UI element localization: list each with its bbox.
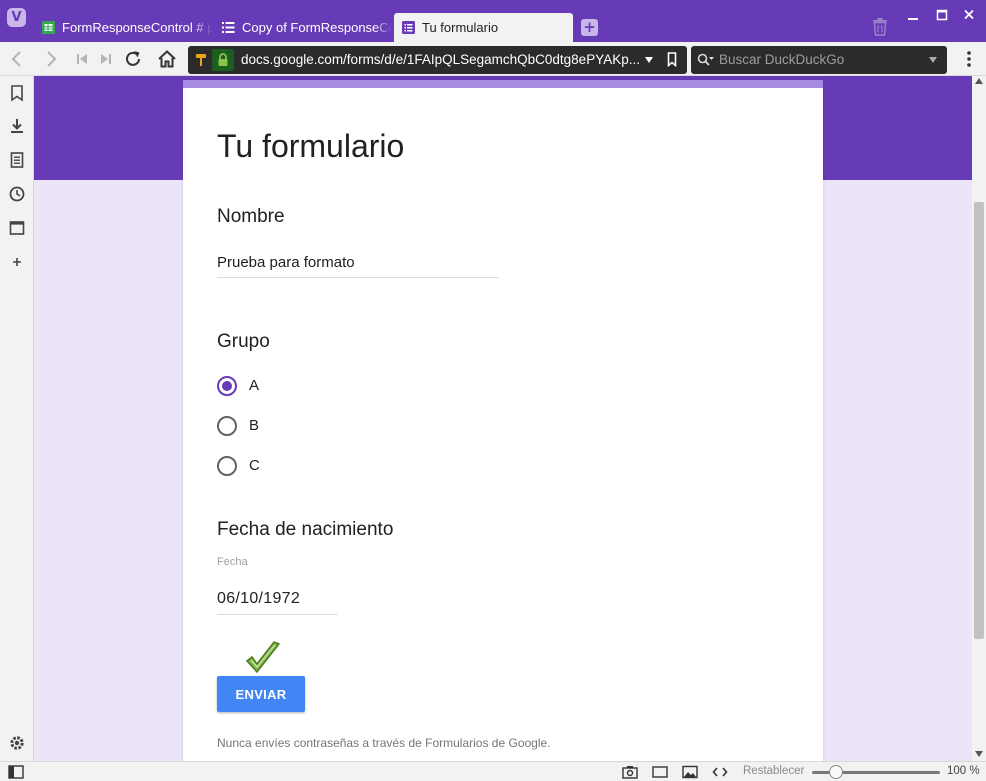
radio-option-b[interactable] [217,416,237,436]
home-icon[interactable] [156,48,178,70]
bookmark-icon[interactable] [667,52,677,67]
settings-gear-icon[interactable] [8,734,26,752]
more-menu-icon[interactable] [960,49,978,69]
search-placeholder: Buscar DuckDuckGo [719,52,845,67]
nombre-input[interactable]: Prueba para formato [217,254,499,278]
scroll-down-arrow-icon[interactable] [975,751,983,757]
lock-icon [218,53,228,66]
password-warning: Nunca envíes contraseñas a través de For… [217,736,551,750]
secure-connection-badge[interactable] [212,49,234,71]
url-text: docs.google.com/forms/d/e/1FAIpQLSegamch… [241,52,640,67]
search-icon [697,53,714,66]
window-panel-icon[interactable] [8,219,26,237]
forms-icon [402,21,415,34]
date-sublabel: Fecha [217,556,248,568]
screenshot-camera-icon[interactable] [622,765,638,779]
tab-copy-of-formresponsecontrol[interactable]: Copy of FormResponseControl [214,13,392,42]
checkmark-icon [245,641,281,674]
tab-strip: V FormResponseControl # plan Copy of For… [0,0,986,42]
radio-label-b: B [249,417,260,434]
rewind-icon[interactable] [71,48,93,70]
toggle-panel-icon[interactable] [8,765,24,779]
close-window-icon[interactable] [959,6,979,24]
fast-forward-icon[interactable] [95,48,117,70]
status-bar: Restablecer 100 % [0,761,986,781]
tab-label: Tu formulario [422,20,499,35]
radio-option-a[interactable] [217,376,237,396]
history-panel-icon[interactable] [8,185,26,203]
tab-label: FormResponseControl # plan [62,20,212,35]
radio-label-a: A [249,377,260,394]
address-bar: docs.google.com/forms/d/e/1FAIpQLSegamch… [0,42,986,76]
url-dropdown-icon[interactable] [644,56,654,64]
tab-tu-formulario[interactable]: Tu formulario [394,13,573,42]
radio-option-c[interactable] [217,456,237,476]
question-label-grupo: Grupo [217,331,270,352]
minimize-icon[interactable] [903,6,923,24]
back-icon[interactable] [6,48,28,70]
spreadsheet-icon [42,21,55,34]
paint-roller-icon[interactable] [195,53,207,67]
tab-label: Copy of FormResponseControl [242,20,392,35]
side-panel [0,76,34,761]
new-tab-plus-icon[interactable]: + [581,19,598,36]
trash-icon[interactable] [872,17,888,36]
search-engine-dropdown-icon[interactable] [928,56,938,64]
forward-icon[interactable] [40,48,62,70]
maximize-icon[interactable] [932,6,952,24]
tile-tabs-icon[interactable] [652,765,668,779]
add-web-panel-icon[interactable] [8,253,26,271]
radio-label-c: C [249,457,260,474]
bookmarks-panel-icon[interactable] [8,84,26,102]
birthdate-input[interactable]: 06/10/1972 [217,590,338,615]
images-toggle-icon[interactable] [682,765,698,779]
tab-formresponsecontrol[interactable]: FormResponseControl # plan [34,13,212,42]
vertical-scrollbar[interactable] [972,76,986,761]
form-card: Tu formulario Nombre Prueba para formato… [183,80,823,761]
browser-menu-logo-icon[interactable]: V [7,8,26,27]
page-viewport: Tu formulario Nombre Prueba para formato… [34,76,972,761]
form-list-icon [222,22,235,33]
zoom-level: 100 % [947,765,980,777]
submit-button[interactable]: ENVIAR [217,676,305,712]
downloads-panel-icon[interactable] [8,117,26,135]
search-field[interactable]: Buscar DuckDuckGo [691,46,947,74]
form-title: Tu formulario [217,128,405,164]
zoom-slider-thumb[interactable] [829,765,843,779]
page-actions-code-icon[interactable] [712,765,728,779]
scroll-up-arrow-icon[interactable] [975,78,983,84]
notes-panel-icon[interactable] [8,151,26,169]
scroll-thumb[interactable] [974,202,984,639]
question-label-nombre: Nombre [217,206,285,227]
zoom-reset-button[interactable]: Restablecer [743,765,804,777]
question-label-fecha-de-nacimiento: Fecha de nacimiento [217,519,394,540]
url-field[interactable]: docs.google.com/forms/d/e/1FAIpQLSegamch… [188,46,687,74]
reload-icon[interactable] [122,48,144,70]
